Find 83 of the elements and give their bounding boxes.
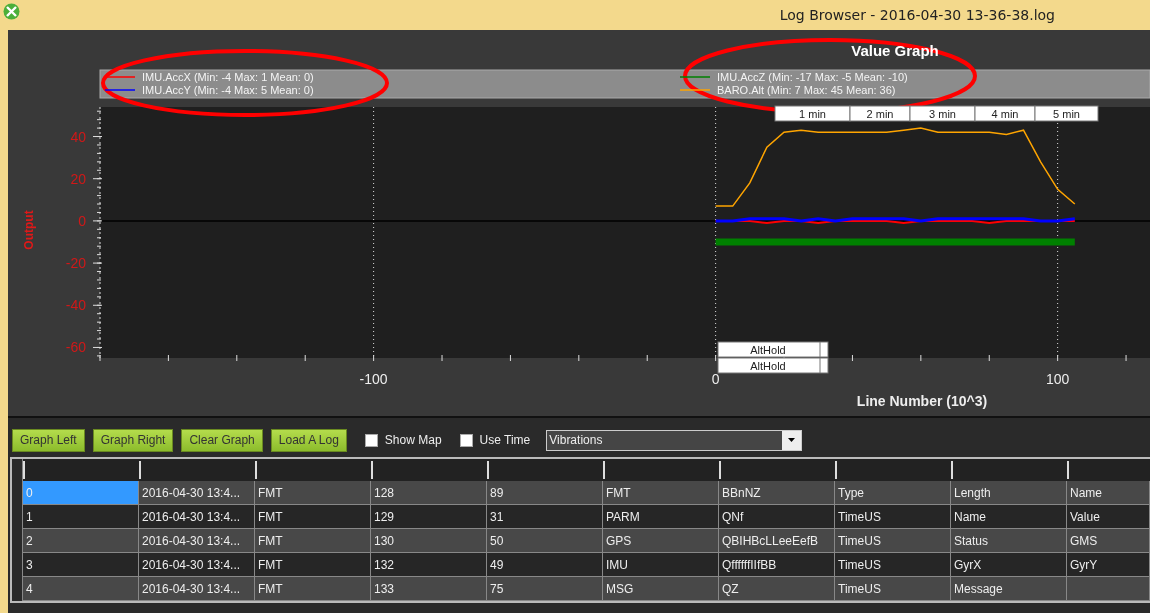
table-cell[interactable]: 50 <box>487 529 603 553</box>
time-marker: 2 min <box>849 105 911 122</box>
table-cell[interactable]: FMT <box>255 577 371 601</box>
table-cell[interactable]: GPS <box>603 529 719 553</box>
table-cell[interactable]: 2016-04-30 13:4... <box>139 553 255 577</box>
caret-icon <box>788 438 796 442</box>
y-axis-label: Output <box>22 210 36 250</box>
table-cell[interactable]: 133 <box>371 577 487 601</box>
table-cell[interactable]: 89 <box>487 481 603 505</box>
mode-label: AltHold <box>717 341 829 358</box>
y-tick-label: 0 <box>78 212 86 229</box>
toolbar-button[interactable]: Load A Log <box>270 428 347 452</box>
table-cell[interactable]: Name <box>951 505 1067 529</box>
table-cell[interactable]: Type <box>835 481 951 505</box>
table-cell[interactable]: TimeUS <box>835 529 951 553</box>
table-cell[interactable]: BBnNZ <box>719 481 835 505</box>
y-tick-label: -40 <box>65 297 86 314</box>
y-tick-label: -60 <box>65 339 86 356</box>
table-cell[interactable]: GMS <box>1067 529 1150 553</box>
y-tick-label: 20 <box>70 170 86 187</box>
table-cell[interactable]: 75 <box>487 577 603 601</box>
checkbox-label: Show Map <box>384 433 442 447</box>
table-cell[interactable]: QffffffIIfBB <box>719 553 835 577</box>
table-cell[interactable]: PARM <box>603 505 719 529</box>
table-cell[interactable]: QNf <box>719 505 835 529</box>
table-cell[interactable]: 2 <box>23 529 139 553</box>
table-cell[interactable]: IMU <box>603 553 719 577</box>
table-cell[interactable]: QZ <box>719 577 835 601</box>
table-cell[interactable]: MSG <box>603 577 719 601</box>
table-cell[interactable]: TimeUS <box>835 577 951 601</box>
legend-label: BARO.Alt (Min: 7 Max: 45 Mean: 36) <box>717 84 896 96</box>
graph-dropdown[interactable]: Vibrations <box>546 429 803 451</box>
legend-label: IMU.AccZ (Min: -17 Max: -5 Mean: -10) <box>717 71 908 83</box>
checkbox[interactable] <box>364 433 378 447</box>
app-icon <box>3 2 20 20</box>
table-cell[interactable]: 4 <box>23 577 139 601</box>
table-cell[interactable] <box>1067 577 1150 601</box>
x-tick-label: -100 <box>359 371 388 387</box>
table-cell[interactable]: 129 <box>371 505 487 529</box>
table-cell[interactable]: 31 <box>487 505 603 529</box>
table-cell[interactable]: 128 <box>371 481 487 505</box>
table-cell[interactable]: 3 <box>23 553 139 577</box>
table-cell[interactable]: 2016-04-30 13:4... <box>139 577 255 601</box>
table-cell[interactable]: 1 <box>23 505 139 529</box>
toolbar-button[interactable]: Clear Graph <box>181 428 263 452</box>
x-tick-label: 0 <box>711 371 720 387</box>
checkbox-label: Use Time <box>479 433 531 447</box>
time-marker: 5 min <box>1034 105 1099 122</box>
table-cell[interactable]: TimeUS <box>835 553 951 577</box>
table-cell[interactable]: Name <box>1067 481 1150 505</box>
table-cell[interactable]: Message <box>951 577 1067 601</box>
table-cell[interactable]: FMT <box>255 553 371 577</box>
table-cell[interactable]: FMT <box>255 529 371 553</box>
table-cell[interactable]: Status <box>951 529 1067 553</box>
table-cell[interactable]: 130 <box>371 529 487 553</box>
x-axis-label: Line Number (10^3) <box>856 393 988 409</box>
table-cell[interactable]: 2016-04-30 13:4... <box>139 505 255 529</box>
table-cell[interactable]: GyrX <box>951 553 1067 577</box>
legend-label: IMU.AccX (Min: -4 Max: 1 Mean: 0) <box>142 71 314 83</box>
table-cell[interactable]: GyrY <box>1067 553 1150 577</box>
y-tick-label: -20 <box>65 255 86 272</box>
checkbox[interactable] <box>459 433 473 447</box>
mode-label: AltHold <box>717 357 829 374</box>
legend-label: IMU.AccY (Min: -4 Max: 5 Mean: 0) <box>142 84 314 96</box>
table-cell[interactable]: 49 <box>487 553 603 577</box>
table-cell[interactable]: TimeUS <box>835 505 951 529</box>
table-cell[interactable]: Length <box>951 481 1067 505</box>
table-cell[interactable]: FMT <box>603 481 719 505</box>
window-title: Log Browser - 2016-04-30 13-36-38.log <box>779 7 1055 23</box>
table-cell[interactable]: FMT <box>255 505 371 529</box>
x-tick-label: 100 <box>1045 371 1070 387</box>
table-cell[interactable]: QBIHBcLLeeEefB <box>719 529 835 553</box>
table-cell[interactable]: 132 <box>371 553 487 577</box>
table-cell[interactable]: 2016-04-30 13:4... <box>139 529 255 553</box>
toolbar-button[interactable]: Graph Right <box>92 428 174 452</box>
toolbar-button[interactable]: Graph Left <box>12 428 85 452</box>
table-cell[interactable]: FMT <box>255 481 371 505</box>
y-tick-label: 40 <box>70 128 86 145</box>
time-marker: 3 min <box>909 105 976 122</box>
time-marker: 1 min <box>774 105 851 122</box>
time-marker: 4 min <box>974 105 1036 122</box>
table-cell[interactable]: 2016-04-30 13:4... <box>139 481 255 505</box>
table-cell[interactable]: Value <box>1067 505 1150 529</box>
